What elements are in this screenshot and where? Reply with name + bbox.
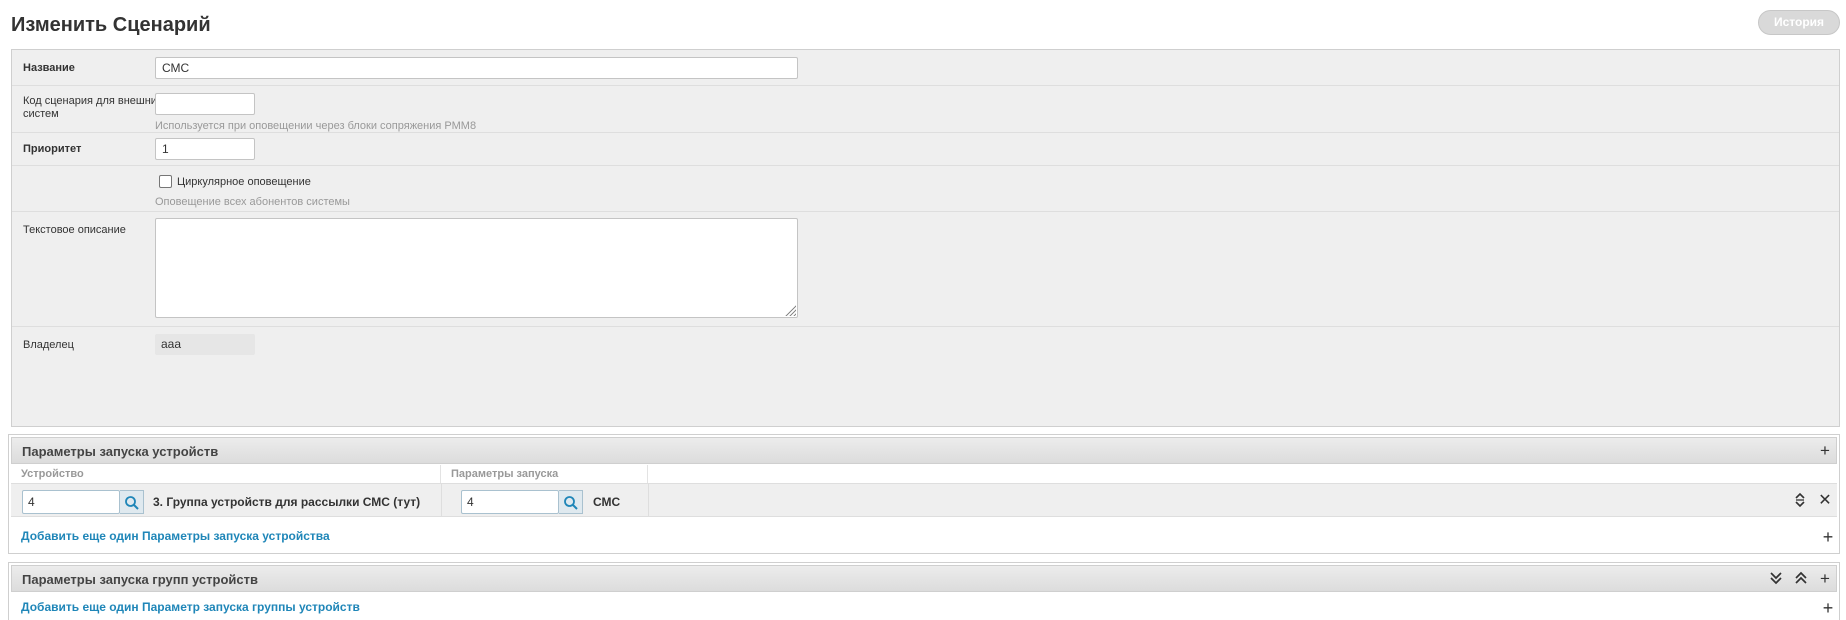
description-textarea[interactable] xyxy=(155,218,798,318)
add-device-param-link[interactable]: Добавить еще один Параметры запуска устр… xyxy=(21,529,330,543)
param-id-input[interactable]: 4 xyxy=(461,490,559,514)
group-params-header: Параметры запуска групп устройств + xyxy=(11,565,1837,592)
external-code-input[interactable] xyxy=(155,93,255,115)
name-row: Название СМС xyxy=(12,50,1839,86)
circular-help: Оповещение всех абонентов системы xyxy=(155,196,350,208)
owner-value: aaa xyxy=(155,334,255,355)
sort-icon[interactable] xyxy=(1791,492,1809,510)
search-icon xyxy=(125,496,139,510)
group-params-title: Параметры запуска групп устройств xyxy=(22,572,258,587)
expand-all-icon[interactable] xyxy=(1767,570,1785,588)
plus-icon[interactable]: + xyxy=(1819,528,1837,546)
external-code-help: Используется при оповещении через блоки … xyxy=(155,120,477,132)
circular-label: Циркулярное оповещение xyxy=(177,176,311,188)
cell-divider xyxy=(441,484,442,517)
resize-grip[interactable] xyxy=(784,304,796,316)
history-button[interactable]: История xyxy=(1758,10,1840,35)
cell-divider xyxy=(648,484,649,517)
description-row: Текстовое описание xyxy=(12,212,1839,327)
device-lookup-button[interactable] xyxy=(120,490,144,514)
priority-input[interactable]: 1 xyxy=(155,138,255,160)
table-row: 4 3. Группа устройств для рассылки СМС (… xyxy=(11,483,1837,517)
device-params-header: Параметры запуска устройств + xyxy=(11,437,1837,464)
collapse-all-icon[interactable] xyxy=(1792,570,1810,588)
name-input[interactable]: СМС xyxy=(155,57,798,79)
plus-icon[interactable]: + xyxy=(1819,599,1837,617)
circular-row: Циркулярное оповещение Оповещение всех а… xyxy=(12,166,1839,212)
close-icon[interactable]: ✕ xyxy=(1816,492,1834,510)
group-params-group: Параметры запуска групп устройств + Доба… xyxy=(8,562,1840,620)
param-name: СМС xyxy=(593,495,621,509)
scenario-form: Название СМС Код сценария для внешних си… xyxy=(11,49,1840,427)
device-id-input[interactable]: 4 xyxy=(22,490,120,514)
priority-row: Приоритет 1 xyxy=(12,133,1839,166)
plus-icon[interactable]: + xyxy=(1816,442,1834,460)
device-name: 3. Группа устройств для рассылки СМС (ту… xyxy=(153,495,421,509)
column-device: Устройство xyxy=(11,465,441,483)
device-params-title: Параметры запуска устройств xyxy=(22,444,219,459)
column-params: Параметры запуска xyxy=(441,465,648,483)
device-params-group: Параметры запуска устройств + Устройство… xyxy=(8,434,1840,554)
param-lookup-button[interactable] xyxy=(559,490,583,514)
search-icon xyxy=(564,496,578,510)
owner-row: Владелец aaa xyxy=(12,327,1839,363)
page-title: Изменить Сценарий xyxy=(11,14,211,36)
circular-checkbox[interactable] xyxy=(159,175,172,188)
add-group-param-link[interactable]: Добавить еще один Параметр запуска групп… xyxy=(21,600,360,614)
external-code-row: Код сценария для внешних систем Использу… xyxy=(12,86,1839,133)
plus-icon[interactable]: + xyxy=(1816,570,1834,588)
